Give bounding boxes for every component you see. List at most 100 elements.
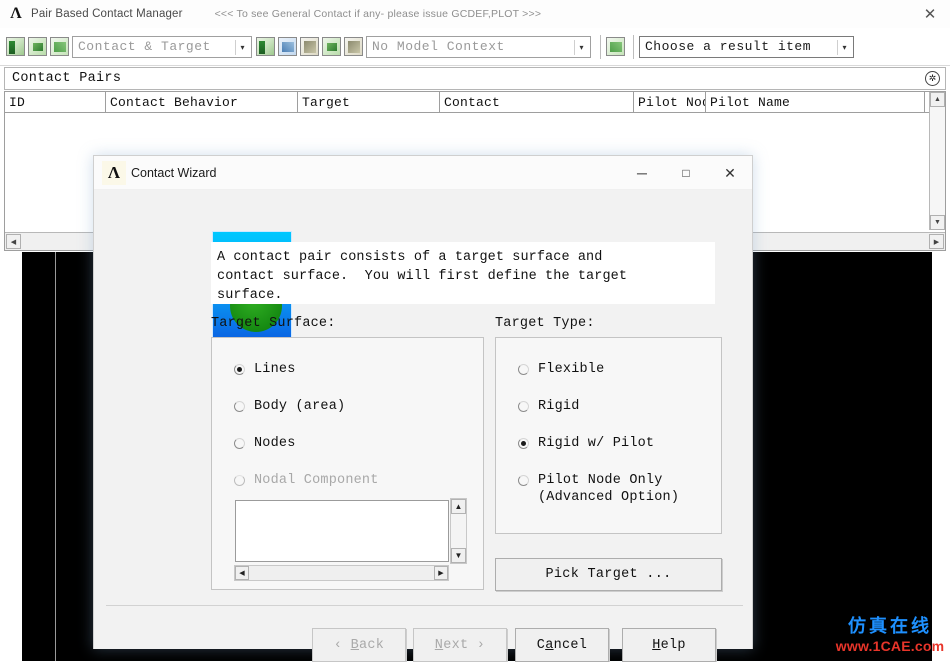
contact-flip-icon[interactable] xyxy=(300,37,319,56)
target-type-radio-4[interactable]: Pilot Node Only (Advanced Option) xyxy=(518,472,679,506)
window-title-bar: Λ Pair Based Contact Manager <<< To see … xyxy=(0,0,950,29)
radio-button-icon[interactable] xyxy=(234,438,245,449)
listbox-horizontal-scrollbar[interactable]: ◀ ▶ xyxy=(234,565,449,581)
contact-target-value: Contact & Target xyxy=(78,39,211,54)
contact-pair-edit-icon[interactable] xyxy=(28,37,47,56)
result-item-value: Choose a result item xyxy=(645,39,812,54)
radio-button-icon[interactable] xyxy=(518,438,529,449)
radio-label: Nodal Component xyxy=(254,473,379,488)
contact-wizard-icon[interactable] xyxy=(50,37,69,56)
contact-wizard-dialog: Λ Contact Wizard ─ □ ✕ A contact pair co… xyxy=(93,155,753,662)
target-type-group: Flexible Rigid Rigid w/ Pilot Pilot Node On… xyxy=(495,337,722,534)
collapse-icon[interactable]: ✲ xyxy=(925,71,940,86)
table-column-header[interactable]: Target xyxy=(298,92,440,112)
radio-button-icon xyxy=(234,475,245,486)
back-button-label: ‹ Back xyxy=(333,637,385,653)
window-title: Pair Based Contact Manager xyxy=(31,8,183,20)
dialog-window-controls: ─ □ ✕ xyxy=(620,156,752,190)
ansys-logo-icon: Λ xyxy=(10,5,22,22)
table-column-header[interactable]: Contact Behavior xyxy=(106,92,298,112)
scroll-right-icon[interactable]: ▶ xyxy=(929,234,944,249)
maximize-icon[interactable]: □ xyxy=(664,156,708,190)
radio-button-icon[interactable] xyxy=(234,401,245,412)
radio-label: Flexible xyxy=(538,362,605,377)
target-surface-group: Lines Body (area) Nodes Nodal Component ▲ ▼… xyxy=(211,337,484,590)
contact-check-icon[interactable] xyxy=(278,37,297,56)
next-button-label: Next › xyxy=(434,637,486,653)
dialog-title-bar: Λ Contact Wizard ─ □ ✕ xyxy=(94,156,752,190)
radio-button-icon[interactable] xyxy=(234,364,245,375)
next-button[interactable]: Next › xyxy=(413,628,507,662)
graphics-left-margin xyxy=(0,252,22,661)
contact-pairs-title: Contact Pairs xyxy=(12,71,122,86)
radio-label: Nodes xyxy=(254,436,296,451)
target-surface-radio-2[interactable]: Body (area) xyxy=(234,398,345,415)
contact-pair-create-icon[interactable] xyxy=(6,37,25,56)
radio-label: Lines xyxy=(254,362,296,377)
model-context-value: No Model Context xyxy=(372,39,505,54)
cancel-button[interactable]: Cancel xyxy=(515,628,609,662)
radio-button-icon[interactable] xyxy=(518,364,529,375)
listbox-vertical-scrollbar[interactable]: ▲ ▼ xyxy=(450,498,467,564)
scroll-up-icon[interactable]: ▲ xyxy=(451,499,466,514)
radio-label: Pilot Node Only (Advanced Option) xyxy=(538,473,680,505)
target-surface-radio-1[interactable]: Lines xyxy=(234,361,296,378)
dialog-description: A contact pair consists of a target surf… xyxy=(211,242,715,304)
scroll-left-icon[interactable]: ◀ xyxy=(6,234,21,249)
scroll-up-icon[interactable]: ▲ xyxy=(930,92,945,107)
radio-button-icon[interactable] xyxy=(518,475,529,486)
model-context-dropdown[interactable]: No Model Context ▾ xyxy=(366,35,591,58)
application-window: Λ Pair Based Contact Manager <<< To see … xyxy=(0,0,950,662)
target-surface-radio-4: Nodal Component xyxy=(234,472,379,489)
main-toolbar: Contact & Target ▾ No Model Context ▾ Ch… xyxy=(0,28,950,66)
table-header-row: IDContact BehaviorTargetContactPilot Nod… xyxy=(5,92,945,113)
target-type-radio-1[interactable]: Flexible xyxy=(518,361,604,378)
target-type-radio-3[interactable]: Rigid w/ Pilot xyxy=(518,435,654,452)
contact-plot-icon[interactable] xyxy=(322,37,341,56)
minimize-icon[interactable]: ─ xyxy=(620,156,664,190)
chevron-down-icon[interactable]: ▾ xyxy=(837,39,851,55)
dialog-body: A contact pair consists of a target surf… xyxy=(94,190,752,662)
radio-label: Body (area) xyxy=(254,399,346,414)
scroll-left-icon[interactable]: ◀ xyxy=(235,566,249,580)
table-vertical-scrollbar[interactable]: ▲ ▼ xyxy=(929,92,945,230)
contact-pairs-header: Contact Pairs ✲ xyxy=(4,67,946,90)
scroll-down-icon[interactable]: ▼ xyxy=(930,215,945,230)
target-type-label: Target Type: xyxy=(495,316,595,331)
target-surface-label: Target Surface: xyxy=(211,316,336,331)
target-type-radio-2[interactable]: Rigid xyxy=(518,398,580,415)
chevron-down-icon[interactable]: ▾ xyxy=(235,39,249,55)
table-column-header[interactable]: Pilot Node xyxy=(634,92,706,112)
contact-target-dropdown[interactable]: Contact & Target ▾ xyxy=(72,35,252,58)
graphics-right-margin xyxy=(932,252,950,661)
graphics-guide-line xyxy=(55,252,56,661)
back-button[interactable]: ‹ Back xyxy=(312,628,406,662)
scroll-right-icon[interactable]: ▶ xyxy=(434,566,448,580)
dialog-separator xyxy=(106,605,743,606)
nodal-component-listbox[interactable] xyxy=(235,500,449,562)
table-column-header[interactable]: Contact xyxy=(440,92,634,112)
dialog-title: Contact Wizard xyxy=(131,165,217,180)
pick-target-button[interactable]: Pick Target ... xyxy=(495,558,722,591)
radio-button-icon[interactable] xyxy=(518,401,529,412)
contact-list-icon[interactable] xyxy=(256,37,275,56)
radio-label: Rigid w/ Pilot xyxy=(538,436,655,451)
radio-label: Rigid xyxy=(538,399,580,414)
chevron-down-icon[interactable]: ▾ xyxy=(574,39,588,55)
result-item-dropdown[interactable]: Choose a result item ▾ xyxy=(639,35,854,58)
contact-mesh-icon[interactable] xyxy=(344,37,363,56)
scroll-down-icon[interactable]: ▼ xyxy=(451,548,466,563)
close-icon[interactable]: ✕ xyxy=(708,156,752,190)
ansys-logo-icon: Λ xyxy=(102,160,126,185)
close-icon[interactable]: ✕ xyxy=(920,4,940,24)
help-button[interactable]: Help xyxy=(622,628,716,662)
target-surface-radio-3[interactable]: Nodes xyxy=(234,435,296,452)
toolbar-divider-2 xyxy=(633,34,634,59)
toolbar-divider xyxy=(600,34,601,59)
result-item-icon[interactable] xyxy=(606,37,625,56)
cancel-button-label: Cancel xyxy=(536,637,588,653)
help-button-label: Help xyxy=(652,637,686,653)
table-column-header[interactable]: Pilot Name xyxy=(706,92,925,112)
table-column-header[interactable]: ID xyxy=(5,92,106,112)
window-hint-message: <<< To see General Contact if any- pleas… xyxy=(214,8,542,20)
